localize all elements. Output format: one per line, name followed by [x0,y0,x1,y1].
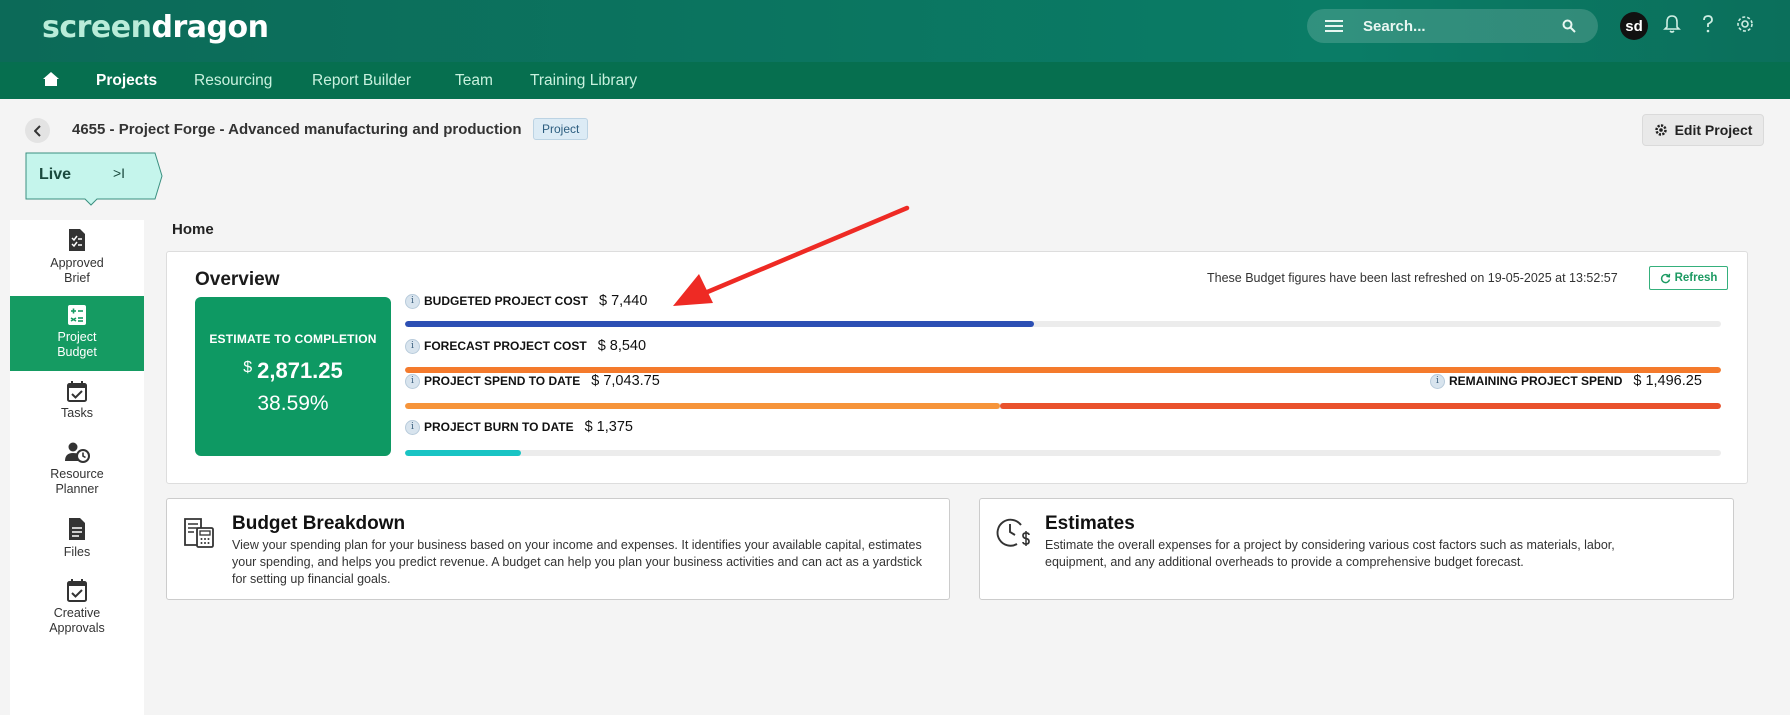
spend-remaining-bar [405,403,1721,409]
screendragon-logo[interactable]: screendragon [42,10,269,45]
budget-icon [68,305,86,325]
menu-icon[interactable] [1325,20,1343,32]
sidebar-item-project-budget[interactable]: Project Budget [10,296,144,371]
budget-breakdown-description: View your spending plan for your busines… [232,538,923,586]
nav-training-library[interactable]: Training Library [530,72,637,90]
remaining-spend-metric: i REMAINING PROJECT SPEND $ 1,496.25 [1430,373,1702,389]
back-button[interactable] [25,118,50,143]
info-icon[interactable]: i [405,419,420,435]
creative-approvals-icon [67,579,87,602]
estimate-to-completion-card: ESTIMATE TO COMPLETION $2,871.25 38.59% [195,297,391,456]
spend-to-date-fill [405,403,1000,409]
sidebar-item-approved-brief[interactable]: Approved Brief [10,228,144,298]
chevron-left-icon [33,124,41,137]
forecast-cost-metric: i FORECAST PROJECT COST $ 8,540 [405,338,646,354]
etc-percent: 38.59% [257,392,329,415]
info-icon[interactable]: i [405,373,420,389]
brief-icon [69,229,85,251]
estimates-card[interactable]: Estimates Estimate the overall expenses … [979,498,1734,600]
budget-breakdown-title: Budget Breakdown [232,513,406,534]
remaining-spend-fill [999,403,1721,409]
refresh-button[interactable]: Refresh [1649,266,1728,290]
refresh-icon [1660,273,1670,283]
nav-resourcing[interactable]: Resourcing [194,72,272,90]
tasks-icon [67,381,87,402]
nav-team[interactable]: Team [455,72,493,90]
status-tag[interactable]: Live >I [25,152,163,206]
top-bar: screendragon Search... sd [0,0,1790,62]
burn-to-date-fill [405,450,521,456]
gear-icon[interactable] [1735,14,1755,34]
budgeted-cost-bar [405,321,1721,327]
clock-dollar-icon [996,518,1030,547]
info-icon[interactable]: i [405,338,420,354]
search-input[interactable]: Search... [1363,18,1426,35]
overview-title: Overview [195,269,280,290]
sidebar: Approved Brief Project Budget Tasks Reso… [10,220,144,715]
estimates-title: Estimates [1045,513,1135,534]
search-icon[interactable] [1562,19,1576,33]
user-avatar[interactable]: sd [1620,12,1648,40]
project-title: 4655 - Project Forge - Advanced manufact… [72,121,522,138]
sidebar-item-creative-approvals[interactable]: Creative Approvals [10,578,144,648]
files-icon [69,518,85,540]
last-refreshed-text: These Budget figures have been last refr… [1207,271,1618,285]
budgeted-cost-fill [405,321,1035,327]
sidebar-item-tasks[interactable]: Tasks [10,380,144,440]
bell-icon[interactable] [1663,14,1681,34]
resource-planner-icon [65,442,90,463]
info-icon[interactable]: i [1430,373,1445,389]
edit-project-button[interactable]: Edit Project [1642,114,1764,146]
main-nav: Projects Resourcing Report Builder Team … [0,62,1790,99]
nav-report-builder[interactable]: Report Builder [312,72,411,90]
budgeted-cost-metric: i BUDGETED PROJECT COST $ 7,440 [405,293,647,309]
help-icon[interactable] [1700,14,1716,34]
sidebar-item-resource-planner[interactable]: Resource Planner [10,441,144,506]
burn-to-date-metric: i PROJECT BURN TO DATE $ 1,375 [405,419,633,435]
breadcrumb: Home [172,221,214,238]
sidebar-item-files[interactable]: Files [10,517,144,572]
home-icon[interactable] [42,71,60,87]
expand-status-icon[interactable]: >I [113,165,125,181]
nav-projects[interactable]: Projects [96,72,157,90]
budget-breakdown-card[interactable]: Budget Breakdown View your spending plan… [166,498,950,600]
overview-panel: Overview These Budget figures have been … [166,251,1748,484]
estimates-description: Estimate the overall expenses for a proj… [1045,538,1615,569]
info-icon[interactable]: i [405,293,420,309]
budget-calculator-icon [184,518,214,548]
gear-icon [1654,124,1667,136]
search-bar[interactable]: Search... [1307,9,1598,43]
etc-amount: $2,871.25 [243,358,343,383]
burn-to-date-bar [405,450,1721,456]
status-label: Live [39,166,72,183]
project-type-badge: Project [533,118,589,140]
spend-to-date-metric: i PROJECT SPEND TO DATE $ 7,043.75 [405,373,660,389]
etc-label: ESTIMATE TO COMPLETION [209,332,377,346]
